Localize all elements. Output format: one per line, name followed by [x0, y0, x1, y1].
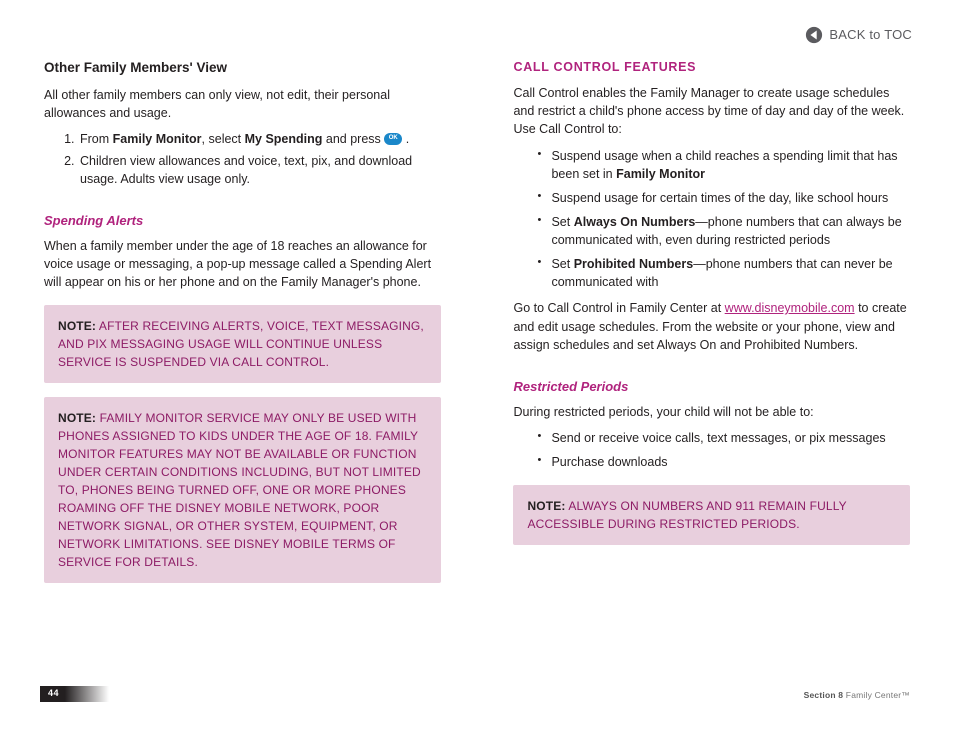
- right-column: Call Control Features Call Control enabl…: [513, 28, 910, 660]
- note-label: Note:: [527, 499, 565, 513]
- page-footer: 44 Section 8 Family Center™: [0, 688, 954, 702]
- step-1: From Family Monitor, select My Spending …: [78, 130, 441, 148]
- note-text: After receiving alerts, voice, text mess…: [58, 319, 424, 369]
- heading-spending-alerts: Spending Alerts: [44, 212, 441, 231]
- list-item: Suspend usage when a child reaches a spe…: [541, 147, 910, 183]
- left-column: Other Family Members' View All other fam…: [44, 28, 441, 660]
- paragraph: When a family member under the age of 18…: [44, 237, 441, 291]
- note-text: Always On Numbers and 911 remain fully a…: [527, 499, 846, 531]
- column-divider: [477, 56, 478, 596]
- list-item: Purchase downloads: [541, 453, 910, 471]
- restricted-list: Send or receive voice calls, text messag…: [513, 429, 910, 471]
- list-item: Suspend usage for certain times of the d…: [541, 189, 910, 207]
- paragraph: All other family members can only view, …: [44, 86, 441, 122]
- note-box-1: Note: After receiving alerts, voice, tex…: [44, 305, 441, 383]
- list-item: Set Always On Numbers—phone numbers that…: [541, 213, 910, 249]
- paragraph: During restricted periods, your child wi…: [513, 403, 910, 421]
- page-body: Other Family Members' View All other fam…: [0, 0, 954, 660]
- list-item: Send or receive voice calls, text messag…: [541, 429, 910, 447]
- paragraph: Call Control enables the Family Manager …: [513, 84, 910, 138]
- section-label: Section 8 Family Center™: [804, 689, 910, 701]
- ok-button-icon: OK: [384, 133, 402, 145]
- heading-call-control: Call Control Features: [513, 58, 910, 76]
- heading-restricted-periods: Restricted Periods: [513, 378, 910, 397]
- page-number: 44: [40, 686, 109, 702]
- note-label: Note:: [58, 411, 96, 425]
- numbered-steps: From Family Monitor, select My Spending …: [44, 130, 441, 188]
- step-2: Children view allowances and voice, text…: [78, 152, 441, 188]
- note-label: Note:: [58, 319, 96, 333]
- list-item: Set Prohibited Numbers—phone numbers tha…: [541, 255, 910, 291]
- disney-mobile-link[interactable]: www.disneymobile.com: [725, 301, 855, 315]
- note-box-2: Note: Family Monitor service may only be…: [44, 397, 441, 583]
- feature-list: Suspend usage when a child reaches a spe…: [513, 147, 910, 292]
- note-box-3: Note: Always On Numbers and 911 remain f…: [513, 485, 910, 545]
- heading-other-members: Other Family Members' View: [44, 58, 441, 78]
- note-text: Family Monitor service may only be used …: [58, 411, 421, 569]
- paragraph: Go to Call Control in Family Center at w…: [513, 299, 910, 353]
